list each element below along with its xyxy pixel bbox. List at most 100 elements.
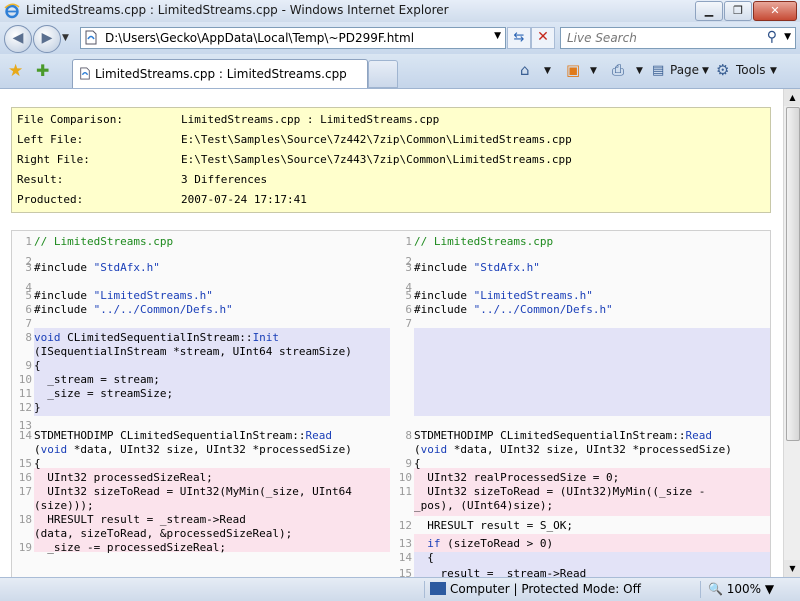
page-menu[interactable]: Page [670,63,699,77]
tools-gear-icon[interactable]: ⚙ [716,61,729,79]
title-bar: LimitedStreams.cpp : LimitedStreams.cpp … [0,0,800,23]
code-line: 15{ [12,457,390,471]
scroll-up-button[interactable]: ▲ [784,89,800,106]
tools-menu[interactable]: Tools [736,63,766,77]
back-button[interactable]: ◀ [4,25,32,53]
search-icon[interactable]: ⚲ [767,29,777,45]
code-line: 3 #include "StdAfx.h" [392,261,770,275]
code-text: (void *data, UInt32 size, UInt32 *proces… [414,443,732,456]
comparison-info-box: File Comparison: LimitedStreams.cpp : Li… [11,107,771,213]
feeds-dropdown-icon[interactable]: ▼ [590,66,597,76]
line-number: 13 [398,537,412,550]
code-text: void CLimitedSequentialInStream::Init [34,331,280,344]
code-line: (data, sizeToRead, &processedSizeReal); [12,527,390,541]
address-dropdown-icon[interactable]: ▼ [494,31,501,41]
page-icon [80,67,90,80]
search-dropdown-icon[interactable]: ▼ [784,32,791,42]
favorites-star-icon[interactable]: ★ [8,61,23,81]
line-number: 11 [18,387,32,400]
refresh-button[interactable]: ⇆ [507,27,531,49]
info-value: E:\Test\Samples\Source\7z443\7zip\Common… [181,153,572,166]
search-placeholder[interactable]: Live Search [567,31,637,45]
forward-button[interactable]: ▶ [33,25,61,53]
home-dropdown-icon[interactable]: ▼ [544,66,551,76]
code-line: 8 void CLimitedSequentialInStream::Init [12,331,390,345]
address-bar[interactable]: D:\Users\Gecko\AppData\Local\Temp\~PD299… [80,27,506,49]
code-text: } [34,401,41,414]
code-text: UInt32 sizeToRead = UInt32(MyMin(_size, … [34,485,352,498]
code-line: 7 [12,317,390,331]
line-number: 10 [398,471,412,484]
code-line: 10 _stream = stream; [12,373,390,387]
code-text: #include "../../Common/Defs.h" [414,303,613,316]
line-number: 15 [398,567,412,577]
close-button[interactable]: ✕ [753,1,797,21]
code-line: 17 UInt32 sizeToRead = UInt32(MyMin(_siz… [12,485,390,499]
code-text: { [34,359,41,372]
left-file-pane: 1// LimitedStreams.cpp 2 3 #include "StdAfx… [12,231,390,577]
code-text: (data, sizeToRead, &processedSizeReal); [34,527,293,540]
tools-dropdown-icon[interactable]: ▼ [770,66,777,76]
code-line: 14 { [392,551,770,565]
code-line: _pos), (UInt64)size); [392,499,770,513]
navigation-bar: ◀ ▶ ▼ D:\Users\Gecko\AppData\Local\Temp\… [0,22,800,54]
maximize-button[interactable]: ❐ [724,1,752,21]
code-text: _size = streamSize; [34,387,174,400]
address-url[interactable]: D:\Users\Gecko\AppData\Local\Temp\~PD299… [105,31,414,45]
code-text: HRESULT result = S_OK; [414,519,573,532]
code-line: 11 UInt32 sizeToRead = (UInt32)MyMin((_s… [392,485,770,499]
print-dropdown-icon[interactable]: ▼ [636,66,643,76]
code-text: UInt32 sizeToRead = (UInt32)MyMin((_size… [414,485,706,498]
computer-zone-icon [430,582,446,595]
line-number: 18 [18,513,32,526]
code-text: (size))); [34,499,94,512]
internet-explorer-icon [4,3,20,19]
line-number: 5 [405,289,412,302]
code-line: 19 _size -= processedSizeReal; [12,541,390,555]
add-favorite-icon[interactable]: ✚ [36,61,49,80]
line-number: 7 [25,317,32,330]
zoom-level[interactable]: 🔍 100% ▼ [708,582,774,596]
info-value: E:\Test\Samples\Source\7z442\7zip\Common… [181,133,572,146]
search-box[interactable]: Live Search ⚲ ▼ [560,27,796,49]
page-dropdown-icon[interactable]: ▼ [702,66,709,76]
security-zone[interactable]: Computer | Protected Mode: Off [430,582,641,596]
print-icon[interactable]: ⎙ [612,61,624,79]
minimize-button[interactable]: ▁ [695,1,723,21]
code-line: (void *data, UInt32 size, UInt32 *proces… [12,443,390,457]
line-number: 5 [25,289,32,302]
tab-active[interactable]: LimitedStreams.cpp : LimitedStreams.cpp [72,59,368,88]
vertical-scrollbar[interactable]: ▲ ▼ [783,89,800,577]
window-title: LimitedStreams.cpp : LimitedStreams.cpp … [26,3,449,17]
diff-comparison: 1// LimitedStreams.cpp 2 3 #include "StdAfx… [11,230,771,577]
code-text: _size -= processedSizeReal; [34,541,227,554]
code-line: 15 result = _stream->Read [392,567,770,577]
code-text: #include "StdAfx.h" [414,261,540,274]
code-line: 6 #include "../../Common/Defs.h" [392,303,770,317]
scroll-thumb[interactable] [786,107,800,441]
code-line: 7 [392,317,770,331]
page-icon [85,30,97,45]
scroll-down-button[interactable]: ▼ [784,560,800,577]
code-text: { [414,457,421,470]
code-line: 6 #include "../../Common/Defs.h" [12,303,390,317]
home-icon[interactable]: ⌂ [520,61,530,79]
line-number: 10 [18,373,32,386]
feeds-icon[interactable]: ▣ [566,61,580,79]
stop-button[interactable]: ✕ [531,27,555,49]
code-text: // LimitedStreams.cpp [414,235,554,248]
code-text: // LimitedStreams.cpp [34,235,174,248]
tab-bar: ★ ✚ LimitedStreams.cpp : LimitedStreams.… [0,54,800,89]
tab-label[interactable]: LimitedStreams.cpp : LimitedStreams.cpp [95,67,347,81]
page-menu-icon[interactable]: ▤ [652,63,664,78]
security-zone-label: Computer | Protected Mode: Off [450,582,641,596]
line-number: 8 [405,429,412,442]
line-number: 12 [18,401,32,414]
new-tab-button[interactable] [368,60,398,88]
code-text: #include "LimitedStreams.h" [414,289,593,302]
status-separator [700,581,701,598]
line-number: 1 [25,235,32,248]
code-text: (void *data, UInt32 size, UInt32 *proces… [34,443,352,456]
recent-pages-dropdown[interactable]: ▼ [62,33,69,43]
code-text: _stream = stream; [34,373,160,386]
